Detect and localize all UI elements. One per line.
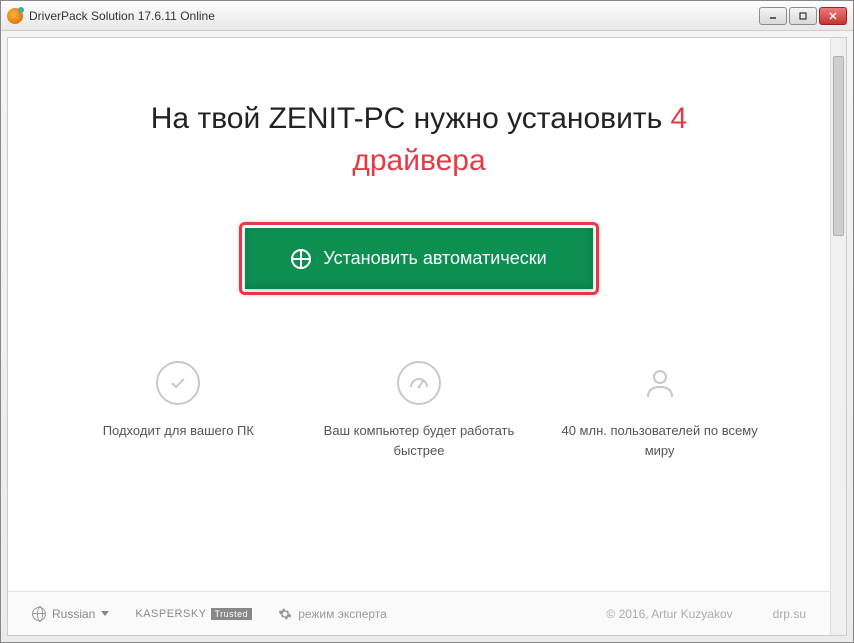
copyright-text: © 2016, Artur Kuzyakov xyxy=(606,607,732,621)
feature-users-text: 40 млн. пользователей по всему миру xyxy=(560,421,760,460)
main-area: На твой ZENIT-PC нужно установить 4 драй… xyxy=(8,38,830,591)
content-wrapper: На твой ZENIT-PC нужно установить 4 драй… xyxy=(7,37,847,636)
site-link[interactable]: drp.su xyxy=(773,607,806,621)
close-button[interactable] xyxy=(819,7,847,25)
app-window: DriverPack Solution 17.6.11 Online На тв… xyxy=(0,0,854,643)
check-icon xyxy=(156,361,200,405)
feature-faster-text: Ваш компьютер будет работать быстрее xyxy=(319,421,519,460)
install-button-label: Установить автоматически xyxy=(323,248,546,269)
headline-part1: На твой ZENIT-PC нужно установить xyxy=(151,102,671,135)
user-icon xyxy=(638,361,682,405)
language-label: Russian xyxy=(52,607,95,621)
feature-faster: Ваш компьютер будет работать быстрее xyxy=(319,361,519,460)
minimize-button[interactable] xyxy=(759,7,787,25)
maximize-button[interactable] xyxy=(789,7,817,25)
titlebar: DriverPack Solution 17.6.11 Online xyxy=(1,1,853,31)
window-title: DriverPack Solution 17.6.11 Online xyxy=(29,9,759,23)
headline-part2: драйвера xyxy=(352,144,485,177)
window-controls xyxy=(759,7,847,25)
kaspersky-label: KASPERSKY xyxy=(135,608,206,620)
feature-compatible-text: Подходит для вашего ПК xyxy=(103,421,254,441)
install-auto-button[interactable]: Установить автоматически xyxy=(245,228,592,289)
scrollbar[interactable] xyxy=(830,38,846,635)
scrollbar-thumb[interactable] xyxy=(833,56,844,236)
globe-icon xyxy=(32,607,46,621)
install-button-highlight: Установить автоматически xyxy=(239,222,598,295)
kaspersky-badge: KASPERSKY Trusted xyxy=(135,608,252,620)
footer: Russian KASPERSKY Trusted режим эксперта… xyxy=(8,591,830,635)
feature-users: 40 млн. пользователей по всему миру xyxy=(560,361,760,460)
chevron-down-icon xyxy=(101,611,109,616)
trusted-badge: Trusted xyxy=(211,608,253,620)
features-row: Подходит для вашего ПК Ваш компьютер буд… xyxy=(8,361,830,460)
expert-mode-label: режим эксперта xyxy=(298,607,387,621)
feature-compatible: Подходит для вашего ПК xyxy=(78,361,278,460)
expert-mode-button[interactable]: режим эксперта xyxy=(278,607,387,621)
install-icon xyxy=(291,249,311,269)
headline-count: 4 xyxy=(671,102,688,135)
gear-icon xyxy=(278,607,292,621)
app-icon xyxy=(7,8,23,24)
headline: На твой ZENIT-PC нужно установить 4 драй… xyxy=(151,98,687,182)
gauge-icon xyxy=(397,361,441,405)
language-selector[interactable]: Russian xyxy=(32,607,109,621)
content: На твой ZENIT-PC нужно установить 4 драй… xyxy=(8,38,830,635)
